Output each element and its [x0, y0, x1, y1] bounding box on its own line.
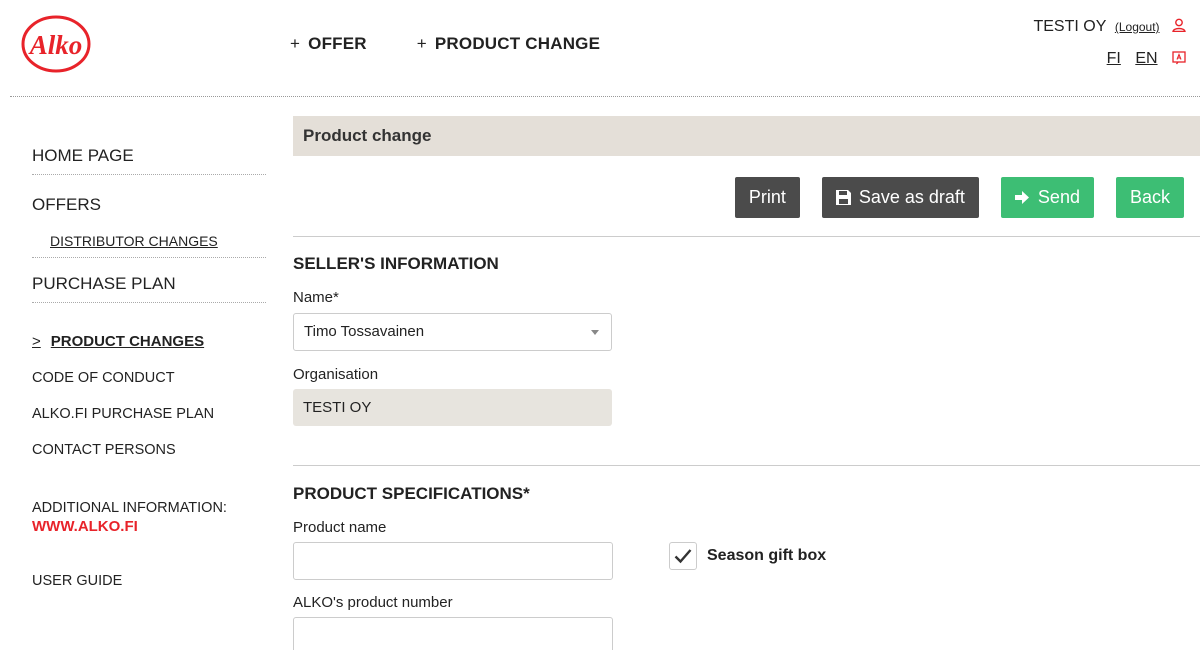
plus-icon: +	[416, 34, 427, 53]
page-title: Product change	[293, 116, 1200, 156]
nav-product-change[interactable]: + PRODUCT CHANGE	[417, 34, 600, 54]
season-gift-box-option[interactable]: Season gift box	[669, 542, 826, 570]
main-content: Product change Print Save as draft Send …	[293, 116, 1200, 650]
back-button-label: Back	[1129, 187, 1170, 207]
chevron-right-icon: >	[32, 333, 41, 350]
seller-info-heading: SELLER'S INFORMATION	[293, 254, 499, 273]
svg-text:Alko: Alko	[28, 30, 83, 60]
language-switcher: FI EN	[1033, 50, 1186, 68]
section-divider	[293, 236, 1200, 237]
lang-en-link[interactable]: EN	[1135, 50, 1157, 67]
logout-link[interactable]: (Logout)	[1115, 20, 1160, 34]
section-divider	[293, 465, 1200, 466]
sidebar-item-product-changes[interactable]: > PRODUCT CHANGES	[32, 333, 266, 350]
name-label: Name*	[293, 289, 339, 306]
top-navigation: + OFFER + PRODUCT CHANGE	[290, 34, 600, 54]
send-button-label: Send	[1037, 187, 1080, 207]
save-draft-label: Save as draft	[858, 187, 965, 207]
language-icon[interactable]	[1172, 51, 1186, 65]
send-button[interactable]: Send	[1000, 177, 1094, 218]
action-toolbar: Print Save as draft Send Back	[734, 177, 1184, 218]
header-divider	[10, 96, 1200, 97]
nav-offer[interactable]: + OFFER	[290, 34, 367, 54]
check-icon	[674, 549, 692, 564]
company-name: TESTI OY	[1033, 18, 1107, 35]
back-button[interactable]: Back	[1115, 177, 1184, 218]
user-icon[interactable]	[1172, 18, 1186, 32]
save-icon	[835, 190, 851, 205]
account-area: TESTI OY (Logout) FI EN	[1033, 18, 1186, 68]
chevron-down-icon	[591, 330, 599, 335]
sidebar: HOME PAGE OFFERS DISTRIBUTOR CHANGES PUR…	[32, 140, 266, 589]
product-name-input[interactable]	[293, 542, 613, 580]
sidebar-item-user-guide[interactable]: USER GUIDE	[32, 573, 266, 589]
sidebar-item-contact-persons[interactable]: CONTACT PERSONS	[32, 442, 266, 458]
sidebar-item-home[interactable]: HOME PAGE	[32, 140, 266, 175]
plus-icon: +	[290, 34, 301, 53]
save-draft-button[interactable]: Save as draft	[821, 177, 979, 218]
sidebar-item-distributor-changes[interactable]: DISTRIBUTOR CHANGES	[32, 225, 266, 258]
nav-product-change-label: PRODUCT CHANGE	[434, 34, 601, 53]
nav-offer-label: OFFER	[308, 34, 367, 53]
season-gift-box-checkbox[interactable]	[669, 542, 697, 570]
seller-name-value: Timo Tossavainen	[304, 323, 425, 340]
sidebar-item-purchase-plan[interactable]: PURCHASE PLAN	[32, 268, 266, 303]
seller-name-select[interactable]: Timo Tossavainen	[293, 313, 612, 351]
arrow-right-icon	[1014, 191, 1029, 204]
product-name-label: Product name	[293, 519, 387, 536]
alko-logo[interactable]: Alko	[20, 14, 92, 74]
sidebar-item-label: PRODUCT CHANGES	[50, 333, 205, 350]
print-button[interactable]: Print	[734, 177, 800, 218]
season-gift-box-label: Season gift box	[707, 547, 827, 564]
sidebar-item-alko-purchase-plan[interactable]: ALKO.FI PURCHASE PLAN	[32, 406, 266, 422]
organisation-field: TESTI OY	[293, 389, 612, 426]
organisation-label: Organisation	[293, 366, 379, 383]
product-specs-heading: PRODUCT SPECIFICATIONS*	[293, 484, 530, 503]
sidebar-item-code-of-conduct[interactable]: CODE OF CONDUCT	[32, 370, 266, 386]
lang-fi-link[interactable]: FI	[1107, 50, 1121, 67]
alko-website-link[interactable]: WWW.ALKO.FI	[32, 518, 266, 535]
sidebar-item-offers[interactable]: OFFERS	[32, 189, 266, 223]
print-button-label: Print	[748, 187, 786, 207]
additional-info-label: ADDITIONAL INFORMATION:	[32, 500, 227, 516]
product-number-label: ALKO's product number	[293, 594, 453, 611]
product-number-input[interactable]	[293, 617, 613, 650]
